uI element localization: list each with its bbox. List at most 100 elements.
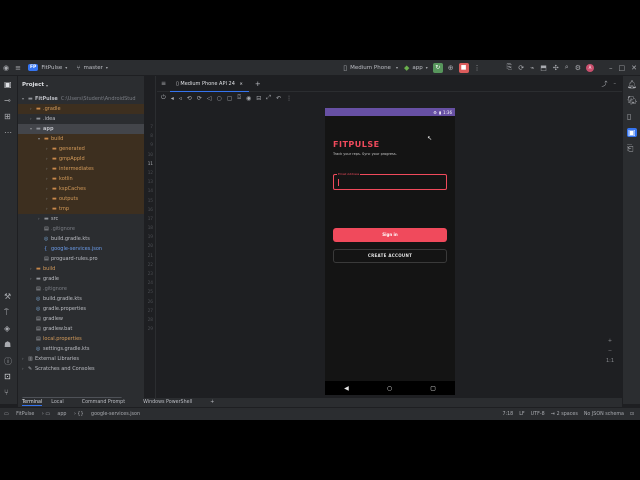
notifications-icon[interactable]: 🔔︎	[627, 80, 637, 89]
sdk-manager-icon[interactable]: ⬒	[540, 64, 547, 72]
tree-item[interactable]: › ▬ outputs	[18, 194, 144, 204]
tree-item[interactable]: ▤ gradlew.bat	[18, 324, 144, 334]
settings-gear-icon[interactable]: ⚙	[575, 64, 581, 72]
version-control-icon[interactable]: ⑂	[4, 388, 9, 397]
profiler-icon[interactable]: ⌁	[530, 64, 534, 72]
zoom-in-button[interactable]: +	[606, 336, 614, 346]
rotate-left-icon[interactable]: ⟲	[187, 95, 192, 102]
maximize-icon[interactable]: □	[619, 64, 626, 72]
tree-item[interactable]: ▤ gradlew	[18, 314, 144, 324]
emulator-screen[interactable]: ⚙ ▮ 1:36 FITPULSE Track your reps. Sync …	[325, 108, 455, 395]
tree-item[interactable]: ▤ local.properties	[18, 334, 144, 344]
device-manager-icon[interactable]: ⎘	[507, 63, 513, 72]
device-manager-tool-icon[interactable]: ▯	[627, 112, 631, 121]
more-tools-icon[interactable]: ⋯	[4, 128, 12, 137]
power-icon[interactable]: ⏻	[161, 94, 166, 102]
json-schema[interactable]: No JSON schema	[584, 412, 624, 417]
close-icon[interactable]: ✕	[631, 64, 637, 72]
lock-icon[interactable]: ⊡	[630, 412, 634, 417]
account-avatar[interactable]: A	[586, 63, 594, 72]
tree-item[interactable]: ◎ build.gradle.kts	[18, 234, 144, 244]
tab-medium-phone[interactable]: ▯ Medium Phone API 24 ✕	[170, 76, 249, 92]
tree-item[interactable]: › ▬ intermediates	[18, 164, 144, 174]
screen-record-icon[interactable]: ◉	[246, 95, 251, 102]
tree-item[interactable]: › ▬ kotlin	[18, 174, 144, 184]
screenshot-icon[interactable]: ⌼	[237, 94, 241, 102]
volume-down-icon[interactable]: ◃	[179, 95, 182, 102]
snapshot-icon[interactable]: ⊟	[256, 95, 261, 102]
tree-item[interactable]: › ▬ tmp	[18, 204, 144, 214]
overview-icon[interactable]: ▢	[227, 95, 233, 102]
branch-dropdown[interactable]: master	[84, 65, 103, 71]
tree-item[interactable]: › ▬ .gradle	[18, 104, 144, 114]
tree-item[interactable]: ◎ build.gradle.kts	[18, 294, 144, 304]
tree-item[interactable]: ◎ gradle.properties	[18, 304, 144, 314]
nav-back-icon[interactable]: ◀	[344, 385, 349, 392]
terminal-tab[interactable]: Windows PowerShell	[143, 400, 192, 405]
device-selector[interactable]: Medium Phone	[350, 65, 391, 71]
file-encoding[interactable]: UTF-8	[531, 412, 545, 417]
terminal-tool-icon[interactable]: ⊡	[4, 372, 11, 381]
email-field[interactable]: Email Address	[333, 172, 447, 190]
undo-icon[interactable]: ↶	[276, 95, 281, 102]
zoom-out-button[interactable]: −	[606, 346, 614, 356]
volume-up-icon[interactable]: ◂	[171, 95, 174, 102]
sync-gradle-icon[interactable]: ⟳	[518, 64, 524, 72]
tree-item[interactable]: ▾ ▬ app	[18, 124, 144, 134]
rotate-right-icon[interactable]: ⟳	[197, 95, 202, 102]
project-panel-header[interactable]: Project ▾	[18, 76, 144, 94]
sign-in-button[interactable]: Sign in	[333, 228, 447, 242]
zoom-actual-size-button[interactable]: 1:1	[606, 356, 614, 366]
line-separator[interactable]: LF	[519, 412, 524, 417]
structure-tool-icon[interactable]: ⊞	[4, 112, 11, 121]
open-window-icon[interactable]: ⤴	[601, 79, 607, 88]
device-explorer-icon[interactable]: ⎗	[627, 144, 633, 154]
tree-item[interactable]: ◎ settings.gradle.kts	[18, 344, 144, 354]
breadcrumb-file[interactable]: google-services.json	[91, 412, 140, 417]
tree-item[interactable]: › ▬ gradle	[18, 274, 144, 284]
hide-panel-icon[interactable]: –	[614, 81, 617, 87]
run-config-selector[interactable]: app	[412, 65, 422, 71]
close-tab-icon[interactable]: ✕	[240, 81, 243, 86]
gemini-icon[interactable]: ◈	[4, 324, 10, 333]
breadcrumb-project[interactable]: FitPulse	[16, 412, 34, 417]
password-field[interactable]	[333, 201, 447, 215]
tree-item[interactable]: {google-services.json	[18, 244, 144, 254]
create-account-button[interactable]: CREATE ACCOUNT	[333, 249, 447, 263]
tree-item[interactable]: ▤ .gitignore	[18, 284, 144, 294]
tree-item[interactable]: ▤ .gitignore	[18, 224, 144, 234]
tree-item[interactable]: › ▬ kspCaches	[18, 184, 144, 194]
search-icon[interactable]: ⌕	[565, 63, 569, 72]
commit-tool-icon[interactable]: ⊸	[4, 96, 11, 105]
gradle-tool-icon[interactable]: 🐘︎	[627, 96, 637, 105]
tree-item[interactable]: › ▬ src	[18, 214, 144, 224]
resize-icon[interactable]: ⤢	[266, 94, 271, 102]
problems-icon[interactable]: ⓘ	[4, 356, 12, 367]
tree-item[interactable]: ▾ ▬ build	[18, 134, 144, 144]
tree-item[interactable]: › ▬ .idea	[18, 114, 144, 124]
terminal-tab[interactable]: Terminal	[22, 400, 43, 406]
more-actions-icon[interactable]: ⋮	[474, 64, 481, 72]
nav-recents-icon[interactable]: ▢	[430, 385, 436, 392]
tree-item[interactable]: › ▬ build	[18, 264, 144, 274]
breadcrumb-module[interactable]: app	[57, 412, 66, 417]
project-name-dropdown[interactable]: FitPulse	[41, 65, 62, 71]
tree-item[interactable]: › ✎ Scratches and Consoles	[18, 364, 144, 374]
app-quality-icon[interactable]: ⍑	[4, 308, 9, 318]
add-terminal-button[interactable]: +	[210, 400, 214, 405]
tree-item[interactable]: › ▬ gmpAppId	[18, 154, 144, 164]
project-tool-icon[interactable]: ▣	[4, 80, 12, 89]
menu-icon[interactable]: ≡	[161, 80, 166, 87]
tree-item[interactable]: ▤ proguard-rules.pro	[18, 254, 144, 264]
tree-item[interactable]: › ▬ generated	[18, 144, 144, 154]
terminal-tab[interactable]: Command Prompt	[82, 400, 125, 405]
main-menu-icon[interactable]: ≡	[15, 64, 21, 72]
tree-item[interactable]: ▾ ▬ FitPulse C:\Users\Student\AndroidStud	[18, 94, 144, 104]
caret-position[interactable]: 7:18	[502, 412, 513, 417]
more-options-icon[interactable]: ⋮	[286, 95, 292, 102]
terminal-tab[interactable]: Local	[51, 400, 63, 405]
nav-home-icon[interactable]: ○	[387, 385, 392, 392]
home-icon[interactable]: ○	[216, 95, 221, 102]
build-tool-icon[interactable]: ⚒	[4, 292, 11, 301]
running-devices-icon[interactable]: ▣	[627, 128, 637, 137]
